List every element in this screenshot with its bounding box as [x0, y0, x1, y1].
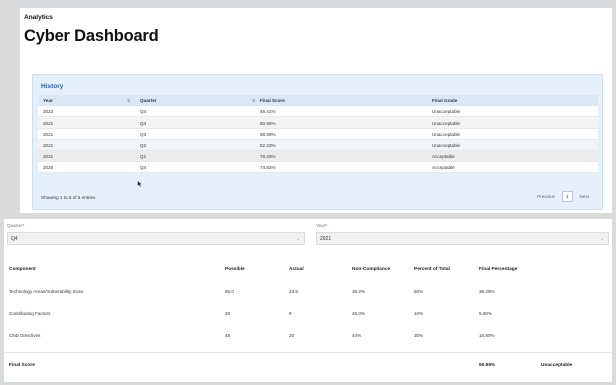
cell-year: 2020	[43, 165, 54, 171]
history-table: Year ⇅ Quarter ⇅ Final Score Final Grade…	[38, 95, 598, 174]
cell-quarter: Q4	[140, 109, 147, 115]
cell-grade: Unacceptable	[432, 120, 461, 126]
cell-possible: 45	[225, 333, 231, 338]
table-row[interactable]: 2021 Q2 52.33% Unacceptable	[38, 139, 598, 151]
cell-actual: 23.5	[289, 289, 298, 294]
cell-year: 2021	[43, 154, 54, 160]
required-mark: *	[22, 223, 25, 228]
cell-score: 68.59%	[260, 131, 276, 137]
chevron-down-icon: ⌄	[600, 236, 604, 241]
cell-quarter: Q2	[140, 143, 147, 149]
final-score-label: Final Score	[9, 363, 35, 368]
cell-component: Technology Areas/Vulnerability Scan	[9, 289, 84, 294]
cell-quarter: Q4	[140, 165, 147, 171]
divider	[4, 352, 612, 353]
pagination: Previous 1 Next	[534, 191, 592, 202]
cell-grade: Unacceptable	[432, 143, 461, 149]
previous-button[interactable]: Previous	[534, 192, 558, 201]
col-final-percentage-header: Final Percentage	[479, 267, 518, 272]
cell-component: Contributing Factors	[9, 311, 51, 316]
year-select-value: 2021	[320, 236, 332, 242]
cell-noncompliance: 36.2%	[352, 289, 366, 294]
col-year-header[interactable]: Year	[43, 98, 53, 103]
required-mark: *	[325, 223, 328, 228]
cell-quarter: Q3	[140, 131, 147, 137]
cell-percent-total: 60%	[414, 289, 424, 294]
cell-score: 60.58%	[260, 120, 276, 126]
col-component-header: Component	[9, 267, 36, 272]
cell-component: CND Directives	[9, 333, 41, 338]
sort-icon[interactable]: ⇅	[252, 98, 255, 103]
table-row[interactable]: 2021 Q1 78.29% Acceptable	[38, 150, 598, 163]
cell-quarter: Q4	[140, 120, 147, 126]
col-quarter-header[interactable]: Quarter	[140, 98, 157, 103]
next-button[interactable]: Next	[577, 192, 592, 201]
final-score-value: 60.58%	[479, 363, 496, 368]
entries-info: Showing 1 to 6 of 6 entries	[41, 195, 96, 200]
history-card: History Year ⇅ Quarter ⇅ Final Score Fin…	[32, 74, 603, 210]
col-score-header[interactable]: Final Score	[260, 98, 285, 103]
page-1-button[interactable]: 1	[561, 191, 573, 202]
quarter-select-value: Q4	[11, 236, 18, 242]
cell-grade: Acceptable	[432, 154, 455, 160]
table-row[interactable]: 2020 Q4 74.82% Acceptable	[38, 162, 598, 174]
year-label: Year*	[316, 223, 327, 228]
cell-year: 2022	[43, 109, 54, 115]
cell-score: 52.33%	[260, 143, 276, 149]
cell-final-percentage: 5.50%	[479, 311, 493, 316]
quarter-label-text: Quarter	[7, 223, 23, 228]
col-possible-header: Possible	[225, 267, 245, 272]
cell-quarter: Q1	[140, 154, 147, 160]
cell-percent-total: 10%	[414, 311, 424, 316]
cell-percent-total: 30%	[414, 333, 424, 338]
cell-noncompliance: 44%	[352, 333, 362, 338]
bottom-panel: Quarter* Q4 ⌄ Year* 2021 ⌄ Component Pos…	[4, 219, 612, 382]
final-grade-value: Unacceptable	[541, 363, 573, 368]
table-row[interactable]: 2021 Q3 68.59% Unacceptable	[38, 128, 598, 140]
table-row[interactable]: 2021 Q4 60.58% Unacceptable	[38, 117, 598, 129]
col-noncompliance-header: Non-Compliance	[352, 267, 391, 272]
cell-year: 2021	[43, 131, 54, 137]
chevron-down-icon: ⌄	[296, 236, 300, 241]
cell-final-percentage: 16.80%	[479, 333, 495, 338]
year-select[interactable]: 2021 ⌄	[316, 232, 609, 245]
col-percent-total-header: Percent of Total	[414, 267, 450, 272]
page-title: Cyber Dashboard	[24, 27, 159, 45]
top-panel: Analytics Cyber Dashboard History Year ⇅…	[20, 8, 612, 213]
cell-year: 2021	[43, 143, 54, 149]
cell-possible: 20	[225, 311, 231, 316]
cell-grade: Unacceptable	[432, 109, 461, 115]
cell-grade: Acceptable	[432, 165, 455, 171]
year-label-text: Year	[316, 223, 326, 228]
quarter-select[interactable]: Q4 ⌄	[7, 232, 305, 245]
cell-score: 74.82%	[260, 165, 276, 171]
cell-actual: 9	[289, 311, 292, 316]
col-actual-header: Actual	[289, 267, 304, 272]
sort-icon[interactable]: ⇅	[127, 98, 130, 103]
mouse-cursor-icon	[137, 180, 143, 188]
cell-possible: 65.0	[225, 289, 234, 294]
history-title: History	[41, 83, 64, 90]
cell-grade: Unacceptable	[432, 131, 461, 137]
table-row[interactable]: 2022 Q4 46.41% Unacceptable	[38, 106, 598, 118]
cell-noncompliance: 45.0%	[352, 311, 366, 316]
cell-actual: 20	[289, 333, 295, 338]
col-grade-header[interactable]: Final Grade	[432, 98, 457, 103]
app-label: Analytics	[24, 14, 53, 21]
cell-year: 2021	[43, 120, 54, 126]
cell-score: 46.41%	[260, 109, 276, 115]
cell-final-percentage: 38.28%	[479, 289, 495, 294]
quarter-label: Quarter*	[7, 223, 24, 228]
cell-score: 78.29%	[260, 154, 276, 160]
history-header-row: Year ⇅ Quarter ⇅ Final Score Final Grade	[38, 95, 598, 107]
